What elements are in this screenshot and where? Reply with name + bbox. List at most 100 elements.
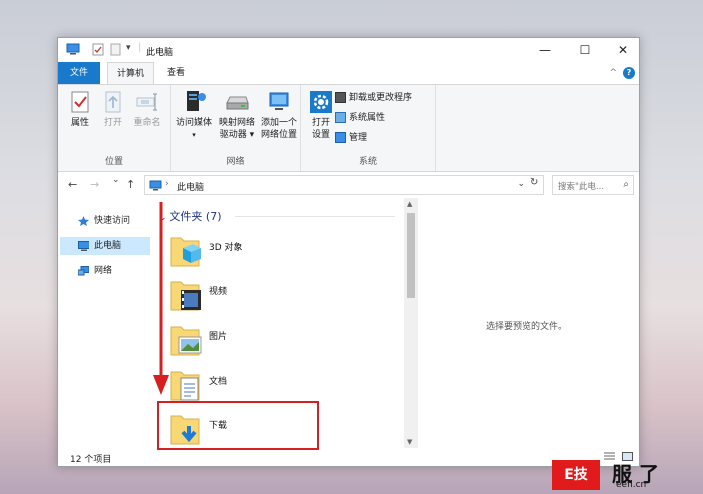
manage-computer-icon	[335, 132, 346, 143]
watermark-logo-badge: E技	[552, 460, 600, 490]
group-divider	[235, 216, 395, 217]
this-pc-icon	[66, 43, 80, 55]
access-media-button[interactable]: 访问媒体 ▾	[174, 89, 214, 141]
open-settings-label-line2: 设置	[311, 130, 330, 140]
refresh-button[interactable]: ↻	[530, 177, 538, 188]
uninstall-label: 卸载或更改程序	[349, 93, 413, 103]
tab-computer[interactable]: 计算机	[107, 62, 155, 85]
folders-group-label: 文件夹 (7)	[169, 210, 222, 223]
collapse-ribbon-icon[interactable]: ^	[609, 68, 617, 78]
network-group-label: 网络	[226, 157, 245, 167]
open-settings-label-line1: 打开	[311, 118, 330, 128]
ribbon-tab-strip: 文件 计算机 查看	[58, 62, 639, 85]
star-pin-icon	[78, 216, 89, 226]
search-placeholder: 搜索"此电...	[558, 182, 605, 192]
recent-locations-button[interactable]: ⌄	[112, 175, 120, 185]
folder-name: 3D 对象	[209, 243, 243, 253]
nav-item-quick-access[interactable]: 快速访问	[58, 212, 150, 230]
customize-quick-access-chevron-icon[interactable]: ▾	[126, 43, 131, 53]
up-button[interactable]: ↑	[126, 178, 135, 191]
properties-icon	[71, 91, 89, 113]
annotation-highlight-box	[157, 401, 319, 450]
manage-button[interactable]: 管理	[335, 130, 367, 146]
file-explorer-window: ▾ | 此电脑 — ☐ ✕ 文件 计算机 查看 ^ ? 属性 打开 重命名 位置…	[57, 37, 640, 467]
scroll-down-icon[interactable]: ▼	[407, 438, 412, 446]
folder-item-3d-objects[interactable]: 3D 对象	[169, 232, 329, 274]
documents-folder-icon	[170, 371, 200, 401]
settings-gear-icon	[310, 91, 332, 113]
address-row: ← → ⌄ ↑ › 此电脑 ⌄ ↻ 搜索"此电... ⌕	[58, 172, 639, 198]
search-box[interactable]: 搜索"此电... ⌕	[552, 175, 634, 195]
breadcrumb-separator: ›	[165, 179, 169, 189]
rename-label: 重命名	[133, 118, 161, 128]
folder-name: 视频	[209, 287, 228, 297]
system-properties-button[interactable]: 系统属性	[335, 110, 385, 126]
add-location-label-line1: 添加一个	[260, 118, 297, 128]
system-properties-label: 系统属性	[349, 113, 386, 123]
close-button[interactable]: ✕	[604, 38, 642, 62]
open-icon	[105, 91, 121, 113]
location-group-label: 位置	[104, 157, 123, 167]
navigation-pane: 快速访问 此电脑 网络	[58, 204, 153, 444]
annotation-arrow-icon	[153, 202, 169, 395]
add-location-label-line2: 网络位置	[260, 130, 297, 140]
uninstall-icon	[335, 92, 346, 103]
nav-item-this-pc[interactable]: 此电脑	[60, 237, 150, 255]
open-label: 打开	[103, 118, 122, 128]
rename-icon	[136, 93, 157, 111]
add-network-location-button[interactable]: 添加一个 网络位置	[259, 89, 299, 141]
breadcrumb-this-pc[interactable]: 此电脑	[177, 180, 204, 193]
manage-label: 管理	[349, 133, 368, 143]
minimize-button[interactable]: —	[526, 38, 564, 62]
back-button[interactable]: ←	[68, 178, 77, 191]
properties-label: 属性	[70, 118, 89, 128]
access-media-label: 访问媒体	[175, 118, 212, 128]
forward-button[interactable]: →	[90, 178, 99, 191]
nav-item-label: 此电脑	[94, 241, 122, 251]
tab-view[interactable]: 查看	[158, 62, 194, 84]
map-network-drive-button[interactable]: 映射网络 驱动器 ▾	[217, 89, 257, 141]
nav-item-label: 快速访问	[94, 216, 131, 226]
maximize-button[interactable]: ☐	[566, 38, 604, 62]
map-drive-label-line1: 映射网络	[218, 118, 255, 128]
scrollbar-thumb[interactable]	[407, 213, 415, 298]
folder-name: 图片	[209, 332, 228, 342]
ribbon-group-network: 访问媒体 ▾ 映射网络 驱动器 ▾ 添加一个 网络位置 网络	[171, 85, 301, 171]
3d-objects-folder-icon	[170, 237, 201, 267]
folder-item-videos[interactable]: 视频	[169, 276, 329, 318]
properties-quick-icon[interactable]	[92, 43, 104, 56]
scroll-up-icon[interactable]: ▲	[407, 200, 412, 208]
pictures-folder-icon	[170, 326, 202, 356]
network-location-icon	[269, 92, 289, 110]
new-folder-quick-icon[interactable]	[110, 43, 121, 56]
title-divider: |	[138, 42, 142, 53]
help-icon[interactable]: ?	[623, 67, 635, 79]
watermark-url: eefl.cn	[616, 480, 647, 490]
open-button[interactable]: 打开	[100, 89, 126, 129]
file-list-scrollbar[interactable]: ▲ ▼	[404, 198, 418, 448]
uninstall-program-button[interactable]: 卸载或更改程序	[335, 90, 412, 106]
preview-message: 选择要预览的文件。	[486, 322, 568, 332]
ribbon-group-system: 打开 设置 卸载或更改程序 系统属性 管理 系统	[301, 85, 436, 171]
address-dropdown-icon[interactable]: ⌄	[517, 179, 525, 189]
network-drive-icon	[226, 96, 249, 110]
folder-item-pictures[interactable]: 图片	[169, 321, 329, 363]
nav-item-network[interactable]: 网络	[58, 262, 150, 280]
tab-file[interactable]: 文件	[58, 62, 100, 84]
site-watermark: E技 服 了 eefl.cn	[540, 456, 700, 494]
open-settings-button[interactable]: 打开 设置	[308, 89, 334, 141]
ribbon-group-location: 属性 打开 重命名 位置	[58, 85, 171, 171]
title-bar: ▾ | 此电脑 — ☐ ✕	[58, 38, 639, 62]
item-count: 12 个项目	[70, 455, 112, 465]
access-media-dropdown-icon: ▾	[192, 131, 196, 139]
address-bar[interactable]: › 此电脑 ⌄	[144, 175, 544, 195]
folder-name: 文档	[209, 377, 228, 387]
system-group-label: 系统	[358, 157, 377, 167]
monitor-icon	[78, 241, 89, 251]
nav-item-label: 网络	[94, 266, 113, 276]
properties-button[interactable]: 属性	[66, 89, 94, 129]
preview-pane: 选择要预览的文件。	[418, 198, 640, 448]
videos-folder-icon	[170, 281, 201, 311]
rename-button[interactable]: 重命名	[130, 89, 164, 129]
map-drive-label-line2: 驱动器 ▾	[219, 130, 255, 140]
